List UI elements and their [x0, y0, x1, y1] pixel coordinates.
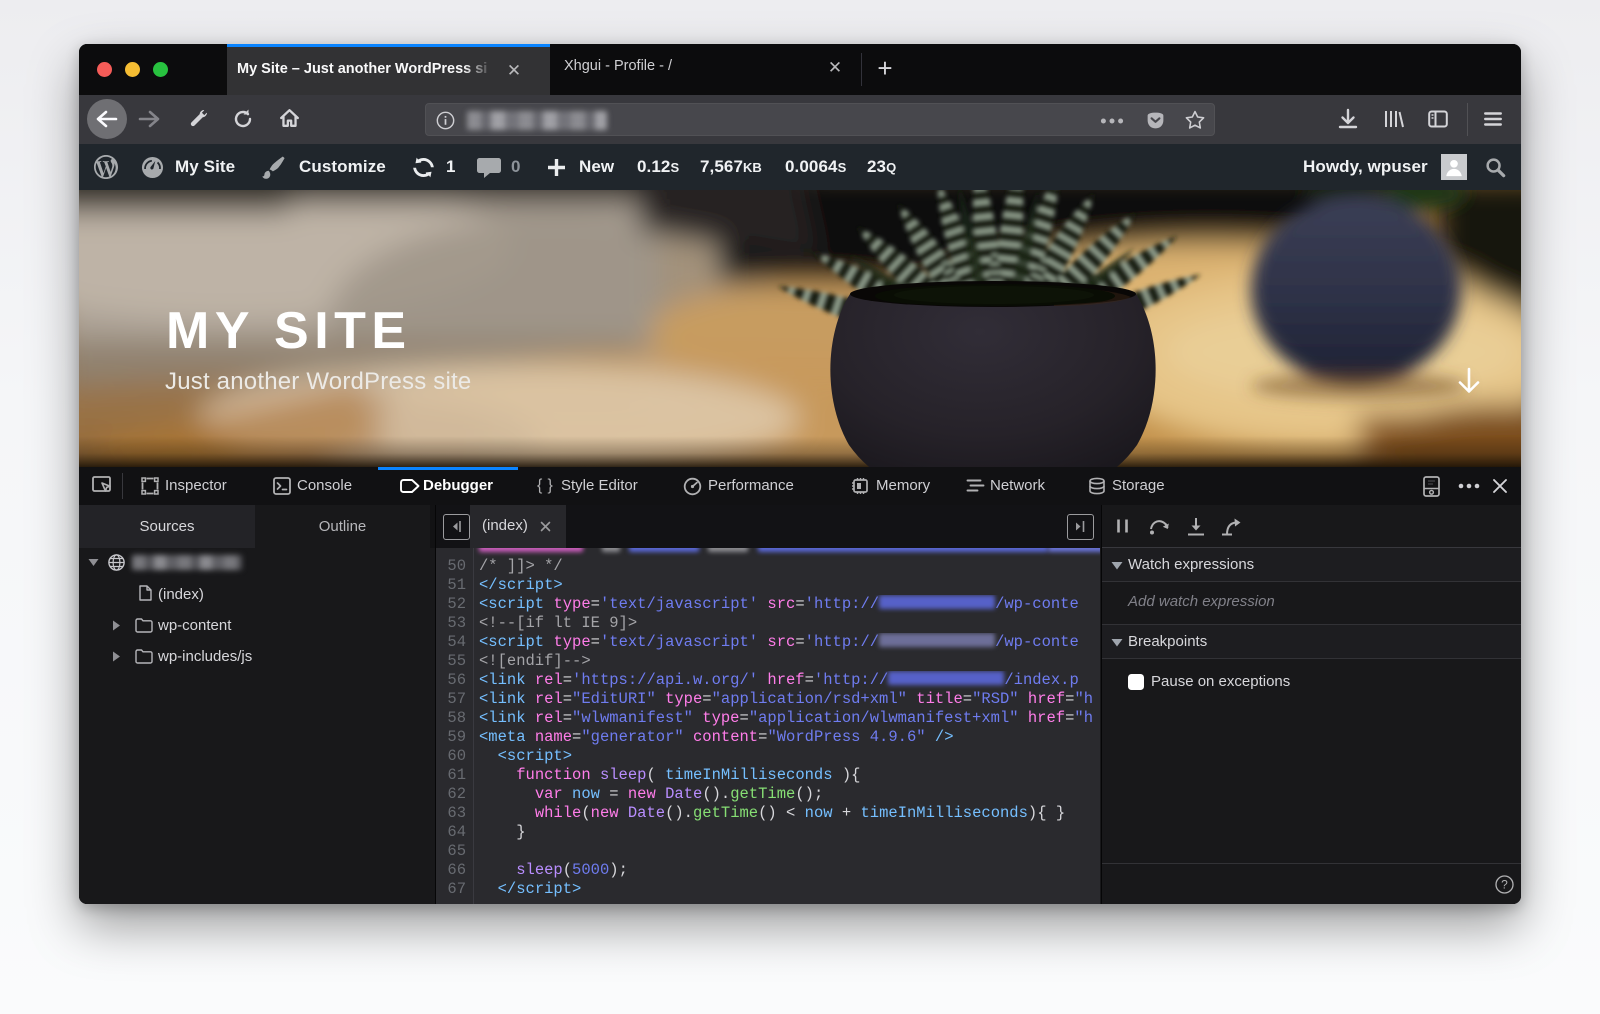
svg-text:?: ?: [1501, 878, 1508, 892]
